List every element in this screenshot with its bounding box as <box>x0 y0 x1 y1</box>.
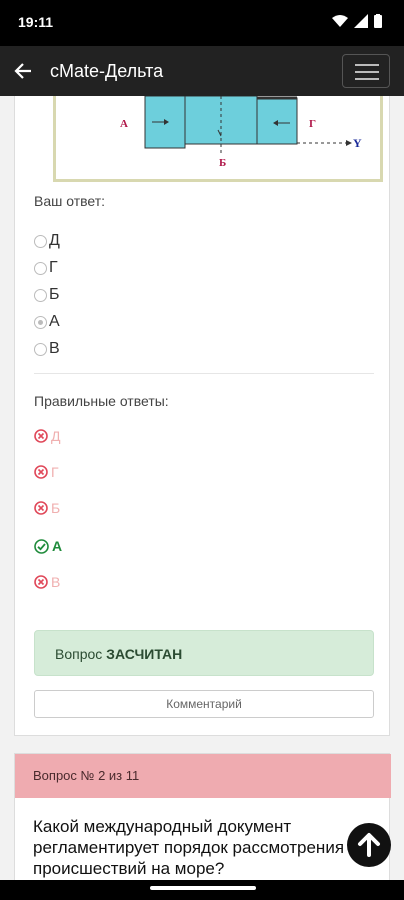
answer-item-a: А <box>34 538 62 554</box>
back-button[interactable] <box>10 58 36 84</box>
result-prefix: Вопрос <box>55 646 103 662</box>
result-alert: Вопрос ЗАСЧИТАН <box>34 630 374 676</box>
result-status: ЗАСЧИТАН <box>106 646 183 662</box>
radio-option-checked[interactable] <box>34 315 47 329</box>
app-title: cMate-Дельта <box>50 61 164 81</box>
radio-option[interactable] <box>34 288 47 302</box>
wrong-icon <box>34 465 48 479</box>
home-indicator[interactable] <box>150 886 256 890</box>
figure-label-g: Г <box>309 118 316 130</box>
question-header: Вопрос № 2 из 11 <box>15 754 391 798</box>
option-d[interactable]: Д <box>34 232 60 250</box>
comment-button[interactable]: Комментарий <box>34 690 374 718</box>
status-time: 19:11 <box>18 14 54 30</box>
answer-item-v: В <box>34 574 60 590</box>
option-g[interactable]: Г <box>34 259 58 277</box>
answer-item-b: Б <box>34 500 60 516</box>
option-b[interactable]: Б <box>34 286 60 304</box>
figure-label-b: Б <box>219 157 226 169</box>
wrong-icon <box>34 501 48 515</box>
next-question-card: Вопрос № 2 из 11 Какой международный док… <box>14 753 391 880</box>
your-answer-label: Ваш ответ: <box>34 193 106 209</box>
option-v[interactable]: В <box>34 340 60 358</box>
figure-diagram: А Б Г Y <box>120 96 362 169</box>
system-nav-bar <box>0 880 404 900</box>
question-figure: А Б Г Y <box>53 96 383 182</box>
wrong-icon <box>34 575 48 589</box>
arrow-left-icon <box>14 63 31 79</box>
arrow-up-icon <box>358 833 380 857</box>
option-a[interactable]: А <box>34 313 60 331</box>
content-scroll[interactable]: А Б Г Y Ваш ответ: Д Г Б А В Правильные … <box>0 96 404 880</box>
wrong-icon <box>34 429 48 443</box>
correct-answers-label: Правильные ответы: <box>34 393 169 409</box>
radio-option[interactable] <box>34 234 47 248</box>
status-bar: 19:11 <box>0 0 404 46</box>
signal-icon <box>354 14 368 28</box>
radio-option[interactable] <box>34 261 47 275</box>
answer-item-d: Д <box>34 428 60 444</box>
figure-label-a: А <box>120 118 128 130</box>
menu-button[interactable] <box>342 54 390 88</box>
question-counter: Вопрос № 2 из 11 <box>33 768 140 783</box>
question-card: А Б Г Y Ваш ответ: Д Г Б А В Правильные … <box>14 96 390 736</box>
app-bar: cMate-Дельта <box>0 46 404 96</box>
radio-option[interactable] <box>34 342 47 356</box>
status-icons <box>332 14 382 28</box>
question-text: Какой международный документ регламентир… <box>33 817 345 878</box>
wifi-icon <box>332 15 348 27</box>
scroll-top-button[interactable] <box>347 823 391 867</box>
divider <box>34 373 374 374</box>
check-circle-icon <box>34 538 49 554</box>
figure-label-y: Y <box>353 136 362 150</box>
answer-item-g: Г <box>34 464 59 480</box>
battery-icon <box>374 14 382 28</box>
hamburger-icon <box>355 64 379 66</box>
